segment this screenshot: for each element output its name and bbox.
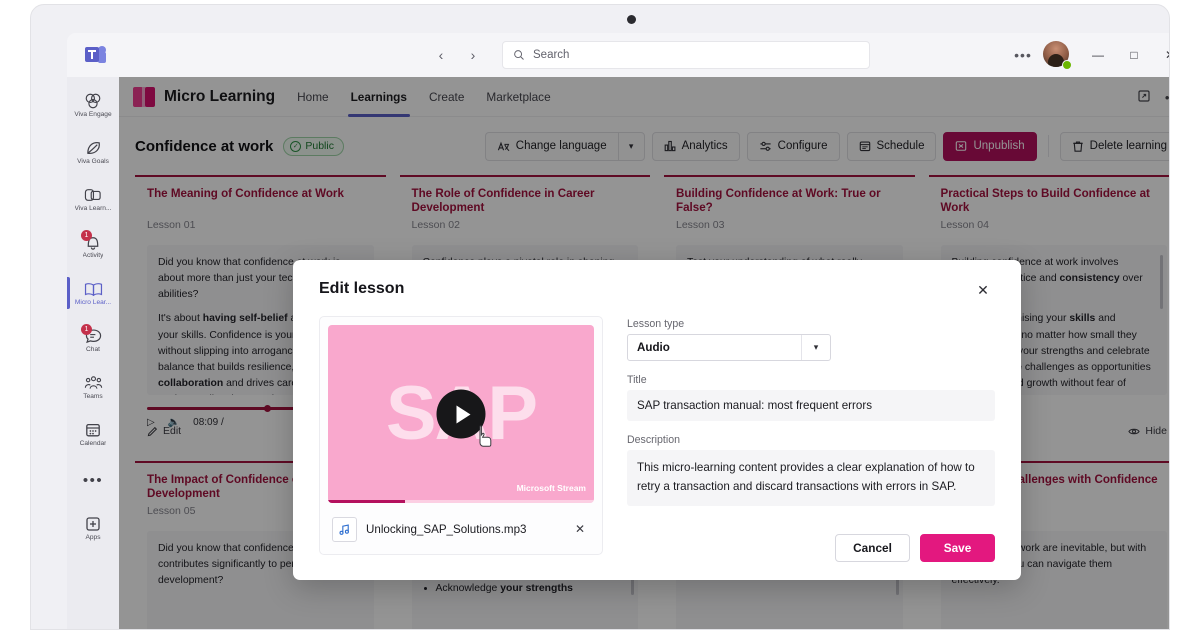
rail-item-viva-engage[interactable]: Viva Engage: [67, 83, 119, 127]
chat-icon: 1: [81, 324, 103, 345]
lesson-type-label: Lesson type: [627, 318, 685, 330]
back-icon[interactable]: ‹: [428, 42, 454, 68]
chevron-down-icon[interactable]: ▾: [801, 335, 830, 360]
close-button[interactable]: ✕: [1153, 40, 1169, 70]
media-thumbnail[interactable]: SAP Microsoft Stream: [328, 325, 594, 503]
rail-item-viva-learning[interactable]: Viva Learn...: [67, 177, 119, 221]
app-rail: Viva Engage Viva Goals Viva Learn... 1 A…: [67, 77, 119, 629]
rail-item-viva-goals[interactable]: Viva Goals: [67, 130, 119, 174]
description-field: Description This micro-learning content …: [627, 434, 995, 506]
title-bar: ‹ › Search ••• — □: [67, 33, 1169, 77]
file-name: Unlocking_SAP_Solutions.mp3: [366, 522, 527, 536]
avatar[interactable]: [1043, 41, 1072, 70]
lesson-type-select[interactable]: Audio ▾: [627, 334, 831, 361]
save-button[interactable]: Save: [920, 534, 995, 562]
stream-watermark: Microsoft Stream: [516, 483, 586, 493]
play-icon: [456, 405, 470, 423]
search-icon: [514, 50, 524, 60]
activity-badge: 1: [81, 230, 92, 241]
rail-item-teams[interactable]: Teams: [67, 365, 119, 409]
description-label: Description: [627, 434, 680, 446]
viva-goals-icon: [83, 139, 103, 157]
calendar-icon: [83, 421, 103, 439]
description-input[interactable]: This micro-learning content provides a c…: [627, 450, 995, 506]
edit-lesson-dialog: Edit lesson ✕ SAP: [293, 260, 1021, 580]
rail-label: Calendar: [79, 440, 107, 447]
rail-item-activity[interactable]: 1 Activity: [67, 224, 119, 268]
rail-label: Viva Learn...: [74, 205, 112, 212]
title-label: Title: [627, 374, 647, 386]
rail-label: Viva Engage: [74, 111, 112, 118]
dialog-body: SAP Microsoft Stream: [319, 316, 995, 555]
webcam-dot: [627, 15, 636, 24]
window-more-icon[interactable]: •••: [1009, 47, 1037, 63]
title-field: Title SAP transaction manual: most frequ…: [627, 374, 995, 421]
dialog-header: Edit lesson ✕: [319, 280, 995, 302]
cancel-button[interactable]: Cancel: [835, 534, 910, 562]
rail-item-calendar[interactable]: Calendar: [67, 412, 119, 456]
rail-label: Viva Goals: [77, 158, 109, 165]
close-icon[interactable]: ✕: [971, 278, 995, 302]
more-dots-icon: •••: [82, 472, 104, 489]
nav-arrows: ‹ ›: [428, 42, 486, 68]
title-input[interactable]: SAP transaction manual: most frequent er…: [627, 390, 995, 421]
viva-engage-icon: [83, 92, 103, 110]
rail-item-more[interactable]: •••: [67, 459, 119, 503]
rail-label: Teams: [83, 393, 103, 400]
teams-logo: [67, 46, 123, 64]
bell-icon: 1: [81, 230, 103, 251]
rail-item-micro-learning[interactable]: Micro Lear...: [67, 271, 119, 315]
media-progress-bar[interactable]: [328, 500, 594, 503]
media-panel: SAP Microsoft Stream: [319, 316, 603, 555]
maximize-button[interactable]: □: [1117, 40, 1151, 70]
teams-window: ‹ › Search ••• — □ Viva Engage Viva Goal…: [67, 33, 1169, 629]
teams-icon: [84, 46, 106, 64]
dialog-title: Edit lesson: [319, 280, 405, 297]
music-note-icon: [332, 516, 357, 542]
rail-item-chat[interactable]: 1 Chat: [67, 318, 119, 362]
rail-label: Apps: [85, 534, 101, 541]
window-controls: ••• — □ ✕: [1009, 33, 1169, 77]
dialog-actions: Cancel Save: [835, 534, 995, 562]
chat-badge: 1: [81, 324, 92, 335]
search-placeholder: Search: [533, 49, 570, 61]
rail-item-apps[interactable]: Apps: [67, 506, 119, 550]
teams-people-icon: [83, 374, 103, 392]
presence-available-badge: [1062, 60, 1072, 70]
micro-learning-app: Micro Learning Home Learnings Create Mar…: [119, 77, 1169, 629]
remove-file-icon[interactable]: ✕: [572, 522, 588, 536]
cursor-pointer-icon: [479, 425, 492, 447]
viva-learning-icon: [83, 186, 103, 204]
form-panel: Lesson type Audio ▾ Title SAP transactio…: [627, 316, 995, 555]
book-icon: [83, 280, 103, 298]
media-card: SAP Microsoft Stream: [319, 316, 603, 555]
rail-label: Micro Lear...: [74, 299, 112, 306]
lesson-type-field: Lesson type Audio ▾: [627, 318, 995, 361]
screenshot-frame: ‹ › Search ••• — □ Viva Engage Viva Goal…: [0, 0, 1200, 630]
rail-label: Chat: [86, 346, 100, 353]
rail-label: Activity: [82, 252, 104, 259]
search-input[interactable]: Search: [502, 41, 870, 69]
apps-plus-icon: [83, 515, 103, 533]
forward-icon[interactable]: ›: [460, 42, 486, 68]
minimize-button[interactable]: —: [1081, 40, 1115, 70]
attached-file-chip: Unlocking_SAP_Solutions.mp3 ✕: [328, 512, 594, 546]
monitor-bezel: ‹ › Search ••• — □ Viva Engage Viva Goal…: [30, 4, 1170, 630]
lesson-type-value: Audio: [637, 341, 670, 354]
